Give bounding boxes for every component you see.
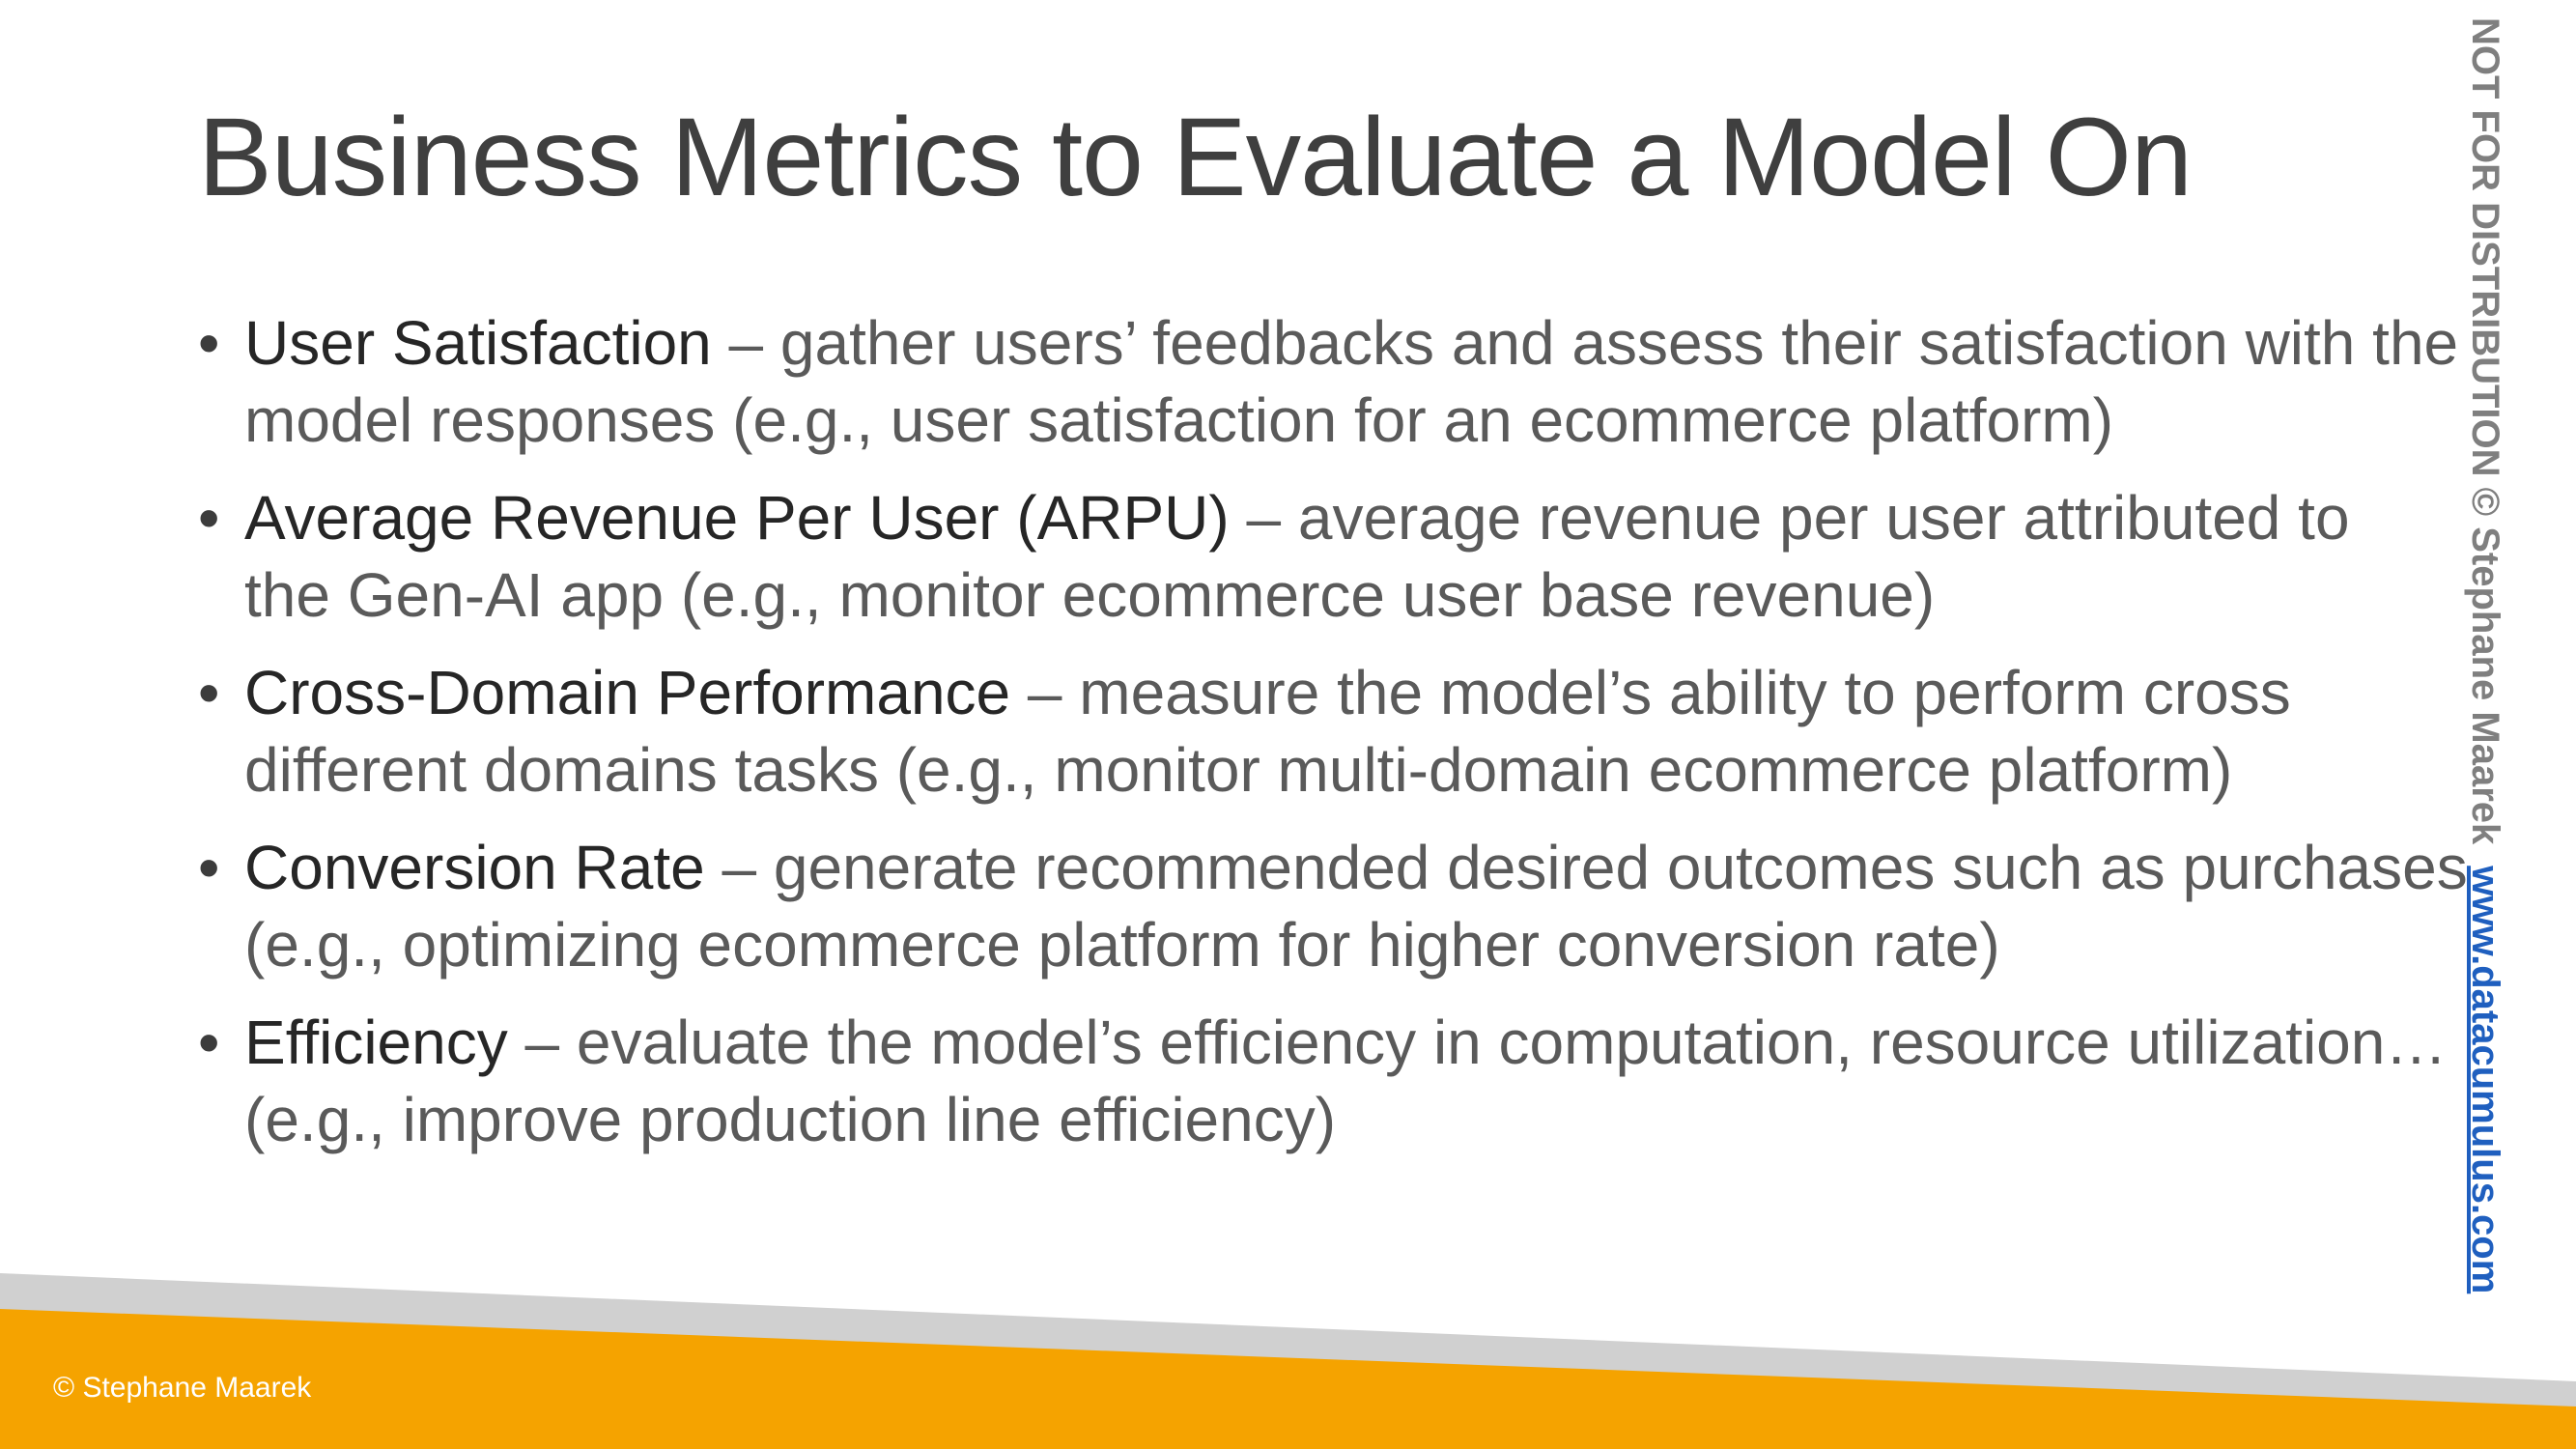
- footer-decoration: [0, 1273, 2576, 1449]
- website-link[interactable]: www.datacumulus.com: [2464, 866, 2506, 1293]
- side-watermark: NOT FOR DISTRIBUTION © Stephane Maarek ww…: [2461, 17, 2509, 1408]
- footer-copyright: © Stephane Maarek: [53, 1372, 312, 1404]
- distribution-notice: NOT FOR DISTRIBUTION © Stephane Maarek: [2464, 17, 2506, 845]
- slide: Business Metrics to Evaluate a Model On …: [0, 0, 2576, 1449]
